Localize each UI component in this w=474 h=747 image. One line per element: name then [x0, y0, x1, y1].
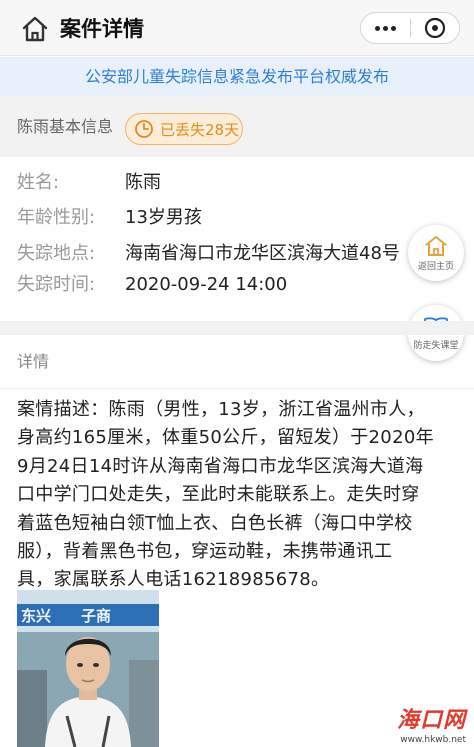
- field-location: 失踪地点: 海南省海口市龙华区滨海大道48号: [17, 239, 409, 269]
- house-icon: [425, 235, 447, 256]
- description-line: 着蓝色短袖白领T恤上衣、白色长裤（海口中学校: [17, 512, 413, 534]
- back-home-label: 返回主页: [417, 261, 454, 272]
- authority-banner: 公安部儿童失踪信息紧急发布平台权威发布: [0, 57, 474, 97]
- close-mini-program-button[interactable]: [411, 13, 459, 43]
- section-separator: [0, 321, 474, 335]
- field-time-label: 失踪时间:: [17, 274, 96, 295]
- basic-info-title: 陈雨基本信息: [17, 117, 114, 136]
- site-watermark-logo: 海口网: [396, 708, 466, 733]
- mini-program-capsule: [360, 12, 460, 44]
- description-line: 9月24日14时许从海南省海口市龙华区滨海大道海: [17, 455, 424, 477]
- missing-child-photo: 东兴 子商: [17, 590, 159, 747]
- top-bar: 案件详情: [0, 0, 474, 56]
- field-name-value: 陈雨: [125, 172, 161, 193]
- photo-backdrop-sign: 东兴 子商: [21, 607, 111, 625]
- home-icon: [22, 16, 48, 42]
- description-line: 案情描述：陈雨（男性，13岁，浙江省温州市人，: [17, 399, 425, 420]
- page-title: 案件详情: [60, 17, 144, 41]
- more-options-button[interactable]: [361, 13, 410, 43]
- field-age-gender-value: 13岁男孩: [125, 207, 202, 228]
- description-line: 服），背着黑色书包，穿运动鞋，未携带通讯工: [17, 541, 393, 563]
- field-location-label: 失踪地点:: [17, 243, 96, 264]
- more-icon: [375, 25, 380, 31]
- site-watermark-url: www.hkwb.net: [400, 735, 466, 745]
- close-circle-icon: [424, 17, 446, 39]
- field-age-gender-label: 年龄性别:: [17, 207, 96, 228]
- field-time-value: 2020-09-24 14:00: [125, 274, 288, 295]
- anti-lost-class-label: 防走失课堂: [413, 340, 459, 351]
- description-line: 身高约165厘米，体重50公斤，留短发）于2020年: [17, 427, 434, 449]
- clock-icon: [135, 120, 153, 138]
- child-portrait-image: 东兴 子商: [17, 590, 159, 747]
- field-location-value: 海南省海口市龙华区滨海大道48号: [125, 243, 400, 264]
- case-description: 案情描述：陈雨（男性，13岁，浙江省温州市人， 身高约165厘米，体重50公斤，…: [17, 396, 457, 595]
- missing-days-badge: 已丢失28天: [125, 113, 243, 145]
- back-home-float-button[interactable]: 返回主页: [408, 225, 464, 281]
- description-line: 口中学门口处走失，至此时未能联系上。走失时穿: [17, 484, 420, 506]
- home-button[interactable]: [20, 14, 50, 44]
- detail-divider: [0, 388, 474, 389]
- missing-days-text: 已丢失28天: [160, 120, 240, 139]
- detail-title: 详情: [17, 352, 50, 371]
- field-name-label: 姓名:: [17, 172, 60, 193]
